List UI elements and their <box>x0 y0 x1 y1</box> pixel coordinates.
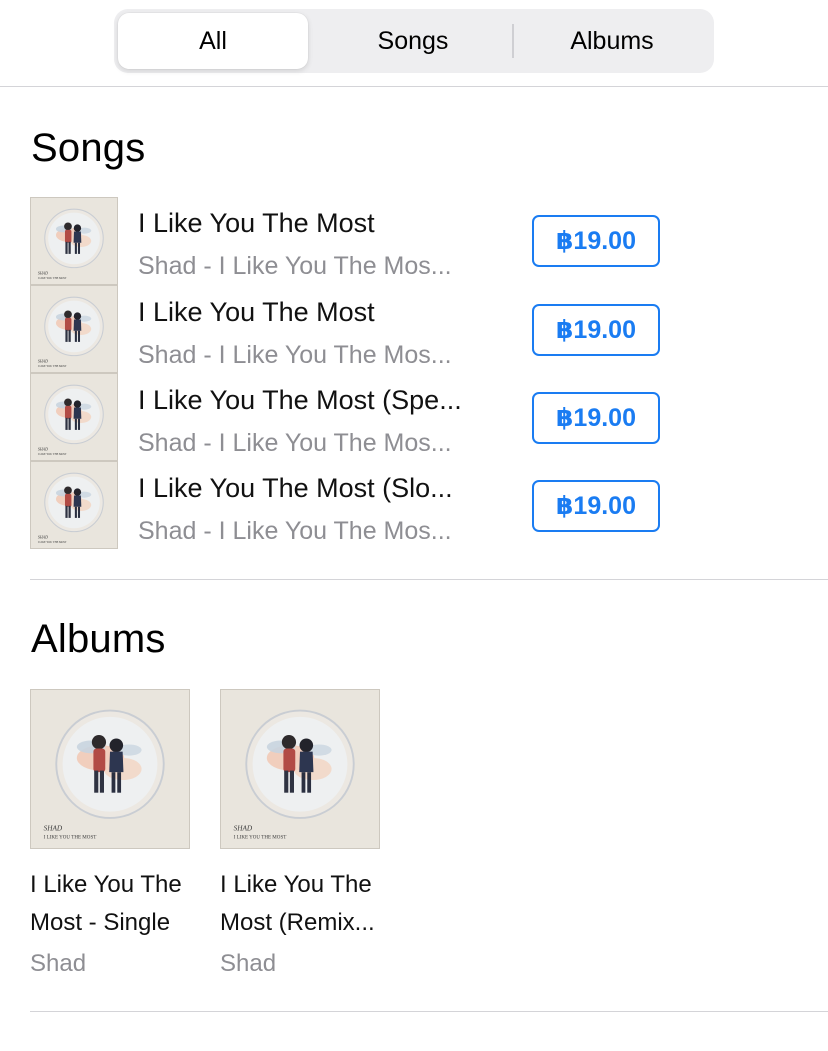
album-title-line: Most - Single <box>30 909 171 936</box>
svg-text:I LIKE YOU THE MOST: I LIKE YOU THE MOST <box>234 835 287 841</box>
album-cover-art: SHADI LIKE YOU THE MOST <box>31 286 117 372</box>
song-artwork[interactable]: SHAD I LIKE YOU THE MOST <box>30 197 118 285</box>
price-button[interactable]: ฿19.00 <box>532 215 660 267</box>
song-title[interactable]: I Like You The Most <box>138 208 488 239</box>
albums-section-title: Albums <box>31 617 166 661</box>
album-artist[interactable]: Shad <box>220 950 276 978</box>
header-divider <box>0 86 828 87</box>
svg-text:SHAD: SHAD <box>38 271 48 276</box>
song-title[interactable]: I Like You The Most <box>138 297 488 328</box>
price-button[interactable]: ฿19.00 <box>532 480 660 532</box>
song-subtitle: Shad - I Like You The Mos... <box>138 517 452 545</box>
segment-albums[interactable]: Albums <box>514 13 710 69</box>
album-title-line: I Like You The <box>30 871 182 898</box>
svg-text:I LIKE YOU THE MOST: I LIKE YOU THE MOST <box>38 453 67 456</box>
svg-text:I LIKE YOU THE MOST: I LIKE YOU THE MOST <box>38 277 67 280</box>
song-title[interactable]: I Like You The Most (Slo... <box>138 473 488 504</box>
segment-songs[interactable]: Songs <box>314 13 512 69</box>
album-cover-art: SHADI LIKE YOU THE MOST <box>31 198 117 284</box>
album-artist[interactable]: Shad <box>30 950 86 978</box>
album-cover-art: SHAD I LIKE YOU THE MOST <box>221 690 379 848</box>
album-title[interactable]: I Like You The Most - Single <box>30 866 198 942</box>
song-artwork[interactable]: SHAD I LIKE YOU THE MOST <box>30 285 118 373</box>
segment-all[interactable]: All <box>118 13 308 69</box>
svg-text:SHAD: SHAD <box>234 825 253 833</box>
songs-section-title: Songs <box>31 126 146 170</box>
price-button[interactable]: ฿19.00 <box>532 304 660 356</box>
bottom-divider <box>30 1011 828 1012</box>
song-subtitle: Shad - I Like You The Mos... <box>138 252 452 280</box>
album-cover-art: SHADI LIKE YOU THE MOST <box>31 462 117 548</box>
song-title[interactable]: I Like You The Most (Spe... <box>138 385 488 416</box>
svg-text:I LIKE YOU THE MOST: I LIKE YOU THE MOST <box>38 541 67 544</box>
album-title-line: Most (Remix... <box>220 909 375 936</box>
song-subtitle: Shad - I Like You The Mos... <box>138 429 452 457</box>
album-cover-art: SHADI LIKE YOU THE MOST <box>31 374 117 460</box>
svg-text:I LIKE YOU THE MOST: I LIKE YOU THE MOST <box>44 835 97 841</box>
song-artwork[interactable]: SHAD I LIKE YOU THE MOST <box>30 373 118 461</box>
song-artwork[interactable]: SHAD I LIKE YOU THE MOST <box>30 461 118 549</box>
svg-text:SHAD: SHAD <box>38 535 48 540</box>
svg-text:SHAD: SHAD <box>44 825 63 833</box>
price-button[interactable]: ฿19.00 <box>532 392 660 444</box>
album-artwork[interactable]: SHAD I LIKE YOU THE MOST <box>30 689 190 849</box>
album-artwork[interactable]: SHAD I LIKE YOU THE MOST <box>220 689 380 849</box>
song-subtitle: Shad - I Like You The Mos... <box>138 341 452 369</box>
album-cover-art: SHAD I LIKE YOU THE MOST <box>31 690 189 848</box>
album-title-line: I Like You The <box>220 871 372 898</box>
svg-text:SHAD: SHAD <box>38 359 48 364</box>
album-title[interactable]: I Like You The Most (Remix... <box>220 866 388 942</box>
svg-text:I LIKE YOU THE MOST: I LIKE YOU THE MOST <box>38 365 67 368</box>
section-divider <box>30 579 828 580</box>
svg-text:SHAD: SHAD <box>38 447 48 452</box>
segmented-control: All Songs Albums <box>114 9 714 73</box>
